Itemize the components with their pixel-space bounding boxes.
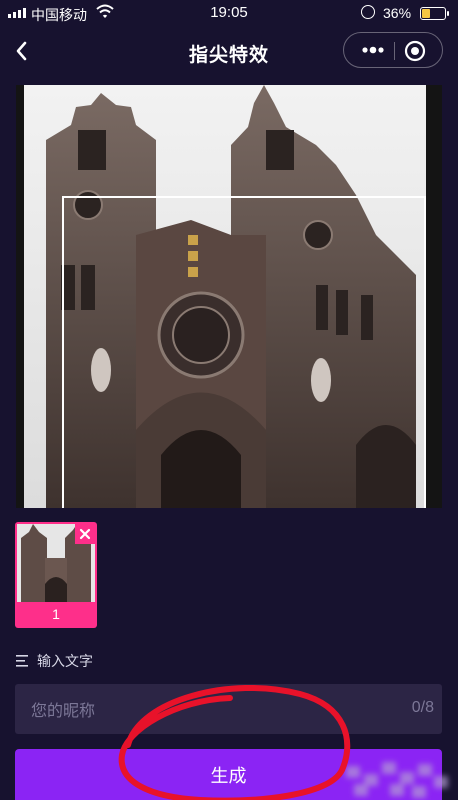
image-preview [16, 85, 442, 508]
text-section-label: 输入文字 [16, 650, 93, 672]
orientation-lock-icon [361, 5, 375, 19]
battery-icon [420, 7, 449, 20]
blurred-region [346, 758, 448, 800]
thumbnail-index: 1 [52, 606, 60, 622]
battery-fill [422, 9, 430, 18]
status-bar: 中国移动 19:05 36% [0, 0, 458, 28]
capsule-divider [394, 42, 395, 60]
nickname-input[interactable] [29, 684, 363, 736]
target-circle-icon[interactable] [403, 39, 427, 63]
battery-percent: 36% [383, 5, 412, 21]
thumbnail-item[interactable]: 1 [15, 522, 97, 628]
lines-icon [16, 655, 28, 667]
nickname-field: 0/8 [15, 684, 442, 736]
char-counter: 0/8 [411, 699, 434, 716]
more-dots-icon[interactable] [356, 42, 390, 58]
mini-program-capsule [343, 32, 443, 68]
section-label: 输入文字 [37, 654, 93, 670]
nav-bar: 指尖特效 [0, 28, 458, 76]
remove-icon[interactable] [75, 524, 95, 544]
crop-frame[interactable] [62, 196, 426, 508]
